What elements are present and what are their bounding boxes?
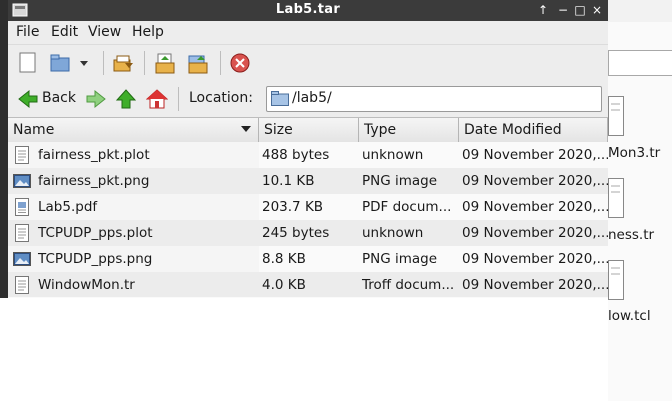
new-archive-icon[interactable] — [16, 51, 40, 75]
add-folder-icon[interactable] — [186, 51, 210, 75]
open-archive-icon[interactable] — [48, 51, 72, 75]
file-type: unknown — [359, 220, 459, 246]
file-type: PDF docum... — [359, 194, 459, 220]
toolbar-separator — [103, 51, 104, 75]
column-header-size-label: Size — [264, 122, 293, 138]
file-row[interactable]: WindowMon.tr 4.0 KB Troff docum... 09 Novem… — [8, 272, 608, 297]
column-header-type-label: Type — [364, 122, 397, 138]
file-name: WindowMon.tr — [38, 277, 135, 293]
menu-help[interactable]: Help — [132, 24, 164, 40]
toolbar-separator — [220, 51, 221, 75]
navbar-separator — [178, 87, 179, 111]
menu-view[interactable]: View — [88, 24, 121, 40]
file-row[interactable]: TCPUDP_pps.plot 245 bytes unknown 09 Novemb… — [8, 220, 608, 246]
file-name-cell[interactable]: WindowMon.tr — [8, 272, 259, 297]
column-header-date-label: Date Modified — [464, 122, 562, 138]
file-name: TCPUDP_pps.png — [38, 251, 153, 267]
add-files-icon[interactable] — [153, 51, 177, 75]
file-row[interactable]: fairness_pkt.png 10.1 KB PNG image 09 Novem… — [8, 168, 608, 194]
column-header-type[interactable]: Type — [359, 118, 459, 142]
file-list-header: Name Size Type Date Modified — [8, 117, 608, 143]
sort-descending-icon — [241, 126, 251, 132]
file-row[interactable]: fairness_pkt.plot 488 bytes unknown 09 Nove… — [8, 142, 608, 168]
image-file-icon — [13, 174, 31, 188]
file-name-cell[interactable]: fairness_pkt.png — [8, 168, 259, 194]
extract-icon[interactable] — [111, 51, 135, 75]
file-name: fairness_pkt.plot — [38, 147, 150, 163]
file-list: fairness_pkt.plot 488 bytes unknown 09 Nove… — [8, 142, 608, 297]
file-type: unknown — [359, 142, 459, 168]
file-date-modified: 09 November 2020,... — [459, 142, 608, 168]
back-button-label[interactable]: Back — [42, 90, 76, 106]
background-location-field[interactable] — [608, 50, 672, 76]
background-file-label[interactable]: ness.tr — [608, 227, 654, 243]
column-header-size[interactable]: Size — [259, 118, 359, 142]
menubar: File Edit View Help — [8, 21, 608, 43]
maximize-button[interactable]: □ — [571, 1, 589, 19]
titlebar[interactable]: Lab5.tar ↑ − □ × — [8, 0, 608, 21]
column-header-date-modified[interactable]: Date Modified — [459, 118, 608, 142]
file-date-modified: 09 November 2020,... — [459, 246, 608, 272]
toolbar — [8, 44, 608, 81]
file-name: Lab5.pdf — [38, 199, 98, 215]
file-size: 488 bytes — [259, 142, 359, 168]
file-date-modified: 09 November 2020,... — [459, 272, 608, 297]
background-file-label[interactable]: low.tcl — [608, 308, 651, 324]
column-header-name-label: Name — [13, 122, 55, 138]
menu-edit[interactable]: Edit — [51, 24, 78, 40]
background-file-icon[interactable] — [608, 178, 626, 218]
home-icon[interactable] — [146, 87, 168, 111]
file-size: 10.1 KB — [259, 168, 359, 194]
toolbar-separator — [144, 51, 145, 75]
background-window-titlebar — [608, 0, 672, 22]
close-button[interactable]: × — [588, 1, 606, 19]
background-file-label[interactable]: Mon3.tr — [608, 145, 660, 161]
location-value: /lab5/ — [292, 90, 332, 106]
chevron-down-icon[interactable] — [78, 51, 90, 75]
file-size: 4.0 KB — [259, 272, 359, 297]
file-type: Troff docum... — [359, 272, 459, 297]
file-size: 203.7 KB — [259, 194, 359, 220]
file-size: 245 bytes — [259, 220, 359, 246]
file-type: PNG image — [359, 246, 459, 272]
text-file-icon — [15, 224, 29, 242]
file-name: fairness_pkt.png — [38, 173, 150, 189]
folder-icon — [271, 91, 289, 106]
archive-manager-window: Lab5.tar ↑ − □ × File Edit View Help Bac… — [8, 0, 608, 297]
file-name-cell[interactable]: TCPUDP_pps.png — [8, 246, 259, 272]
up-arrow-icon[interactable] — [115, 87, 137, 111]
file-name: TCPUDP_pps.plot — [38, 225, 153, 241]
file-date-modified: 09 November 2020,... — [459, 194, 608, 220]
navigation-bar: Back Location: /lab5/ — [8, 80, 608, 117]
file-date-modified: 09 November 2020,... — [459, 220, 608, 246]
window-title: Lab5.tar — [275, 2, 341, 17]
file-type: PNG image — [359, 168, 459, 194]
text-file-icon — [15, 276, 29, 294]
location-input[interactable]: /lab5/ — [266, 86, 602, 112]
back-arrow-icon[interactable] — [17, 87, 39, 111]
file-name-cell[interactable]: fairness_pkt.plot — [8, 142, 259, 168]
image-file-icon — [13, 252, 31, 266]
location-label: Location: — [189, 90, 253, 106]
file-name-cell[interactable]: TCPUDP_pps.plot — [8, 220, 259, 246]
file-row[interactable]: TCPUDP_pps.png 8.8 KB PNG image 09 November… — [8, 246, 608, 272]
text-file-icon — [15, 146, 29, 164]
forward-arrow-icon[interactable] — [85, 87, 107, 111]
file-date-modified: 09 November 2020,... — [459, 168, 608, 194]
file-row[interactable]: Lab5.pdf 203.7 KB PDF docum... 09 November … — [8, 194, 608, 220]
shade-up-button[interactable]: ↑ — [534, 1, 552, 19]
minimize-button[interactable]: − — [554, 1, 572, 19]
stop-icon[interactable] — [228, 51, 252, 75]
menu-file[interactable]: File — [16, 24, 39, 40]
file-name-cell[interactable]: Lab5.pdf — [8, 194, 259, 220]
file-list-empty-area[interactable] — [0, 298, 608, 401]
background-file-icon[interactable] — [608, 96, 626, 136]
file-size: 8.8 KB — [259, 246, 359, 272]
pdf-file-icon — [15, 198, 29, 216]
background-file-icon[interactable] — [608, 260, 626, 300]
column-header-name[interactable]: Name — [8, 118, 259, 142]
